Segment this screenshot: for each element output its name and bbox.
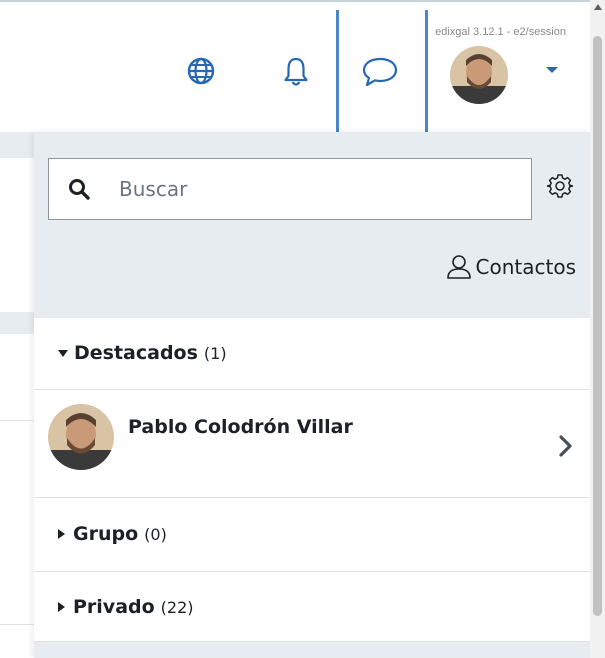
caret-down-icon xyxy=(58,349,68,357)
background-divider xyxy=(0,420,34,421)
conversation-name: Pablo Colodrón Villar xyxy=(128,416,353,438)
background-page-strip xyxy=(0,312,34,334)
section-private-label: Privado xyxy=(73,596,155,618)
scrollbar-thumb[interactable] xyxy=(593,36,602,616)
conversation-item[interactable]: Pablo Colodrón Villar xyxy=(34,390,590,498)
version-label: edixgal 3.12.1 - e2/session xyxy=(435,26,566,38)
scroll-up-arrow-icon[interactable] xyxy=(594,4,602,10)
top-navbar: edixgal 3.12.1 - e2/session xyxy=(0,0,590,140)
contacts-label: Contactos xyxy=(475,255,576,279)
background-page-strip xyxy=(0,132,34,158)
messages-drawer: Contactos Destacados (1) Pablo Colodrón … xyxy=(34,132,590,658)
settings-button[interactable] xyxy=(546,172,574,200)
caret-right-icon xyxy=(58,529,65,539)
user-avatar[interactable] xyxy=(450,46,508,104)
caret-down-icon xyxy=(546,67,558,73)
section-group[interactable]: Grupo (0) xyxy=(34,498,590,572)
section-starred-count: (1) xyxy=(203,343,227,363)
section-private-count: (22) xyxy=(160,597,194,617)
section-group-label: Grupo xyxy=(73,523,139,545)
gear-icon xyxy=(547,174,573,198)
search-input[interactable] xyxy=(109,158,531,220)
user-menu-button[interactable] xyxy=(540,60,564,80)
chevron-right-icon xyxy=(558,434,574,458)
messages-button[interactable] xyxy=(356,52,404,92)
section-starred[interactable]: Destacados (1) xyxy=(34,318,590,390)
drawer-header: Contactos xyxy=(34,132,590,319)
caret-right-icon xyxy=(58,602,65,612)
page-scrollbar[interactable] xyxy=(590,0,605,658)
user-photo-icon xyxy=(450,46,508,104)
search-icon xyxy=(49,158,109,220)
search-box[interactable] xyxy=(48,158,532,220)
section-group-header[interactable]: Grupo (0) xyxy=(34,498,590,570)
avatar xyxy=(48,404,114,470)
user-icon xyxy=(446,255,471,279)
drawer-footer xyxy=(34,642,590,658)
contacts-link[interactable]: Contactos xyxy=(446,254,576,280)
background-divider xyxy=(0,624,34,625)
language-button[interactable] xyxy=(184,54,218,88)
section-starred-header[interactable]: Destacados (1) xyxy=(34,318,590,388)
notifications-button[interactable] xyxy=(280,54,312,90)
section-group-count: (0) xyxy=(144,524,167,544)
section-private-header[interactable]: Privado (22) xyxy=(34,572,590,642)
user-photo-icon xyxy=(48,404,114,470)
chat-icon xyxy=(362,57,398,87)
globe-icon xyxy=(187,57,215,85)
bell-icon xyxy=(284,57,308,86)
section-private[interactable]: Privado (22) xyxy=(34,572,590,642)
section-starred-label: Destacados xyxy=(74,342,198,364)
